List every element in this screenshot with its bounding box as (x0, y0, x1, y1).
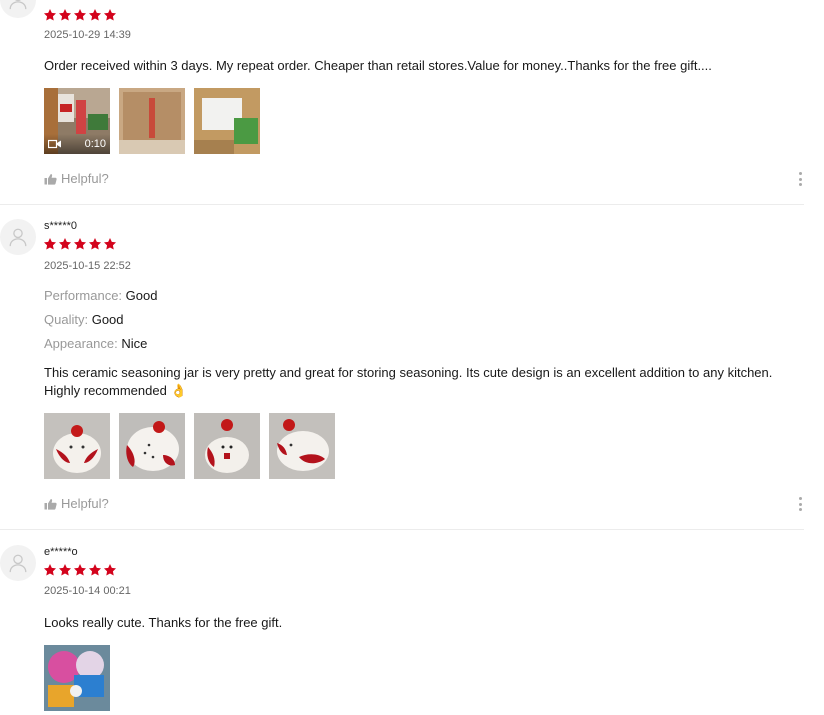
review-image-thumbnail[interactable] (119, 413, 185, 479)
avatar (0, 0, 36, 18)
more-options-icon[interactable] (795, 170, 805, 188)
more-options-icon[interactable] (795, 495, 805, 513)
user-icon (9, 228, 27, 247)
review-media (44, 645, 110, 711)
thumbs-up-icon (44, 173, 57, 185)
review-media: 0:10 (44, 88, 260, 154)
avatar (0, 545, 36, 581)
video-camera-icon (48, 139, 62, 149)
review-image-thumbnail[interactable] (44, 413, 110, 479)
reviewer-name: e*****o (44, 546, 78, 558)
star-icon (43, 238, 57, 250)
reviewer-name: s*****0 (44, 220, 78, 232)
helpful-button[interactable]: Helpful? (44, 496, 109, 511)
divider (0, 529, 804, 530)
star-rating (43, 8, 117, 22)
star-icon (43, 564, 57, 576)
star-icon (88, 564, 102, 576)
video-duration: 0:10 (84, 138, 106, 150)
helpful-button[interactable]: Helpful? (44, 171, 109, 186)
avatar (0, 219, 36, 255)
review-date: 2025-10-15 22:52 (44, 260, 131, 272)
star-icon (103, 238, 117, 250)
helpful-label: Helpful? (61, 496, 109, 511)
star-icon (103, 9, 117, 21)
review-image-thumbnail[interactable] (194, 88, 260, 154)
review-attribute-performance: Performance: Good (44, 288, 158, 303)
review-attribute-appearance: Appearance: Nice (44, 336, 148, 351)
review-video-thumbnail[interactable]: 0:10 (44, 88, 110, 154)
review-text: Order received within 3 days. My repeat … (44, 58, 712, 73)
helpful-label: Helpful? (61, 171, 109, 186)
review-image-thumbnail[interactable] (194, 413, 260, 479)
review-text: Looks really cute. Thanks for the free g… (44, 615, 283, 630)
review-date: 2025-10-14 00:21 (44, 585, 131, 597)
star-rating (43, 563, 117, 577)
star-icon (73, 9, 87, 21)
review-date: 2025-10-29 14:39 (44, 29, 131, 41)
review-attribute-quality: Quality: Good (44, 312, 124, 327)
review-media (44, 413, 335, 479)
star-icon (73, 564, 87, 576)
star-icon (88, 9, 102, 21)
star-rating (43, 237, 117, 251)
star-icon (88, 238, 102, 250)
star-icon (58, 564, 72, 576)
user-icon (9, 0, 27, 10)
divider (0, 204, 804, 205)
star-icon (103, 564, 117, 576)
star-icon (73, 238, 87, 250)
review-image-thumbnail[interactable] (269, 413, 335, 479)
star-icon (58, 238, 72, 250)
user-icon (9, 554, 27, 573)
review-image-thumbnail[interactable] (119, 88, 185, 154)
review-image-thumbnail[interactable] (44, 645, 110, 711)
thumbs-up-icon (44, 498, 57, 510)
review-text: This ceramic seasoning jar is very prett… (44, 365, 773, 398)
star-icon (58, 9, 72, 21)
star-icon (43, 9, 57, 21)
